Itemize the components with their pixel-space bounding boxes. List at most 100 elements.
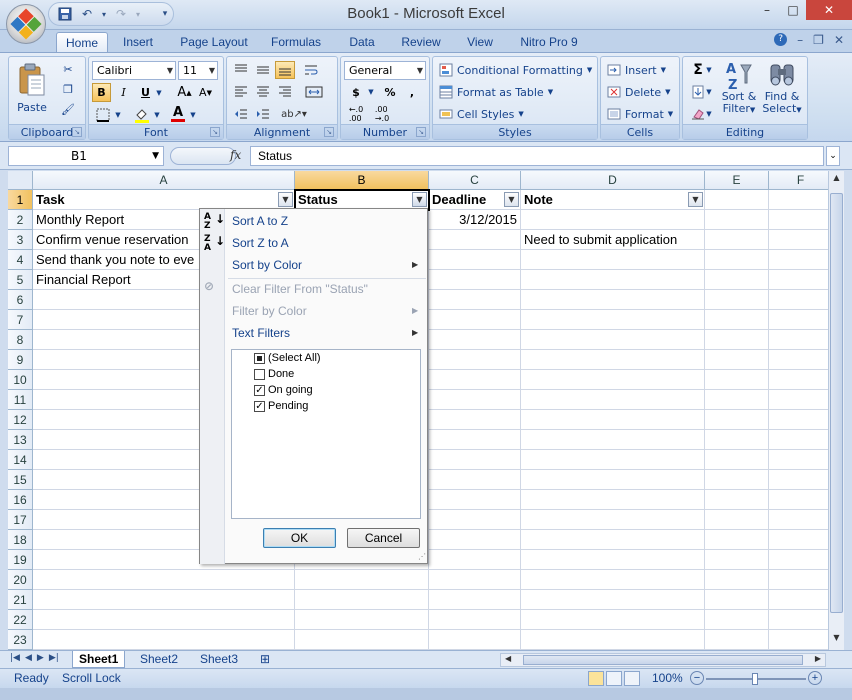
first-sheet-icon[interactable]: |◀ (10, 653, 20, 663)
workbook-minimize-button[interactable]: – (797, 33, 803, 47)
italic-button[interactable]: I (114, 83, 133, 102)
borders-dropdown-icon[interactable]: ▼ (114, 105, 122, 124)
column-header-e[interactable]: E (705, 171, 769, 190)
bold-button[interactable]: B (92, 83, 111, 102)
format-as-table-button[interactable]: Format as Table ▼ (439, 83, 553, 101)
align-bottom-icon[interactable] (275, 61, 295, 79)
filter-dropdown-c[interactable]: ▼ (504, 192, 519, 207)
delete-cells-button[interactable]: Delete ▼ (607, 83, 671, 101)
menu-text-filters[interactable]: Text Filters (232, 324, 290, 342)
fill-dropdown-icon[interactable]: ▼ (705, 83, 713, 101)
horizontal-scrollbar[interactable]: ◀ ▶ (500, 653, 826, 667)
row-header[interactable]: 9 (8, 350, 33, 370)
fill-color-icon[interactable] (131, 105, 153, 124)
column-header-d[interactable]: D (521, 171, 705, 190)
insert-cells-button[interactable]: Insert ▼ (607, 61, 666, 79)
filter-item-pending[interactable]: Pending (268, 398, 308, 414)
column-header-f[interactable]: F (769, 171, 828, 190)
clipboard-launcher-icon[interactable]: ↘ (72, 127, 82, 137)
copy-icon[interactable]: ❐ (59, 81, 77, 97)
checkbox-select-all[interactable] (254, 353, 265, 364)
align-middle-icon[interactable] (253, 61, 273, 79)
row-header[interactable]: 14 (8, 450, 33, 470)
orientation-icon[interactable]: ab↗▾ (281, 105, 307, 123)
checkbox-pending[interactable]: ✓ (254, 401, 265, 412)
filter-item-on-going[interactable]: On going (268, 382, 313, 398)
row-header[interactable]: 6 (8, 290, 33, 310)
cell-c2[interactable]: 3/12/2015 (430, 210, 520, 230)
filter-item-done[interactable]: Done (268, 366, 294, 382)
font-color-icon[interactable]: A (167, 105, 189, 124)
tab-nitro-pro[interactable]: Nitro Pro 9 (514, 32, 584, 52)
office-button[interactable] (6, 4, 46, 44)
maximize-button[interactable]: □ (780, 0, 806, 20)
find-select-button[interactable]: Find & Select▼ (761, 59, 803, 123)
select-all-corner[interactable] (8, 171, 33, 190)
tab-review[interactable]: Review (396, 32, 446, 52)
menu-sort-za[interactable]: Sort Z to A (232, 234, 289, 252)
row-header[interactable]: 2 (8, 210, 33, 230)
menu-sort-by-color[interactable]: Sort by Color (232, 256, 302, 274)
currency-dropdown-icon[interactable]: ▼ (367, 83, 375, 101)
tab-home[interactable]: Home (56, 32, 108, 52)
alignment-launcher-icon[interactable]: ↘ (324, 127, 334, 137)
row-header[interactable]: 20 (8, 570, 33, 590)
underline-button[interactable]: U (136, 83, 155, 102)
autosum-dropdown-icon[interactable]: ▼ (705, 61, 713, 79)
cell-styles-button[interactable]: Cell Styles ▼ (439, 105, 524, 123)
workbook-close-button[interactable]: ✕ (834, 33, 844, 47)
formula-bar-resize-icon[interactable] (170, 147, 236, 165)
percent-button[interactable]: % (381, 83, 399, 101)
cell-c1[interactable]: Deadline (430, 190, 504, 210)
shrink-font-icon[interactable]: A ▼ (196, 83, 215, 102)
formula-input[interactable]: Status (250, 146, 824, 166)
zoom-out-icon[interactable]: − (690, 671, 704, 685)
tab-page-layout[interactable]: Page Layout (176, 32, 252, 52)
currency-button[interactable]: $ (345, 83, 367, 101)
last-sheet-icon[interactable]: ▶| (49, 653, 59, 663)
row-header[interactable]: 11 (8, 390, 33, 410)
underline-dropdown-icon[interactable]: ▼ (155, 83, 163, 102)
expand-formula-bar-icon[interactable]: ⌄ (826, 146, 840, 166)
cancel-button[interactable]: Cancel (347, 528, 420, 548)
row-header[interactable]: 7 (8, 310, 33, 330)
filter-dropdown-a[interactable]: ▼ (278, 192, 293, 207)
paste-button[interactable]: Paste (15, 59, 49, 117)
format-cells-button[interactable]: Format ▼ (607, 105, 673, 123)
vertical-scrollbar[interactable]: ▲ ▼ (828, 171, 844, 650)
column-header-b[interactable]: B (295, 171, 429, 190)
resize-grip-icon[interactable]: ⋰ (418, 552, 426, 561)
tab-view[interactable]: View (460, 32, 500, 52)
row-header[interactable]: 18 (8, 530, 33, 550)
conditional-formatting-button[interactable]: Conditional Formatting ▼ (439, 61, 592, 79)
cell-d3[interactable]: Need to submit application (522, 230, 782, 250)
row-header[interactable]: 3 (8, 230, 33, 250)
row-header[interactable]: 17 (8, 510, 33, 530)
row-header[interactable]: 8 (8, 330, 33, 350)
wrap-text-icon[interactable] (301, 61, 321, 79)
zoom-slider-knob[interactable] (752, 673, 758, 685)
font-name-combo[interactable]: Calibri ▼ (92, 61, 176, 80)
cell-d1[interactable]: Note (522, 190, 688, 210)
tab-data[interactable]: Data (340, 32, 384, 52)
cut-icon[interactable]: ✂ (59, 61, 77, 77)
page-break-view-icon[interactable] (624, 671, 640, 686)
font-launcher-icon[interactable]: ↘ (210, 127, 220, 137)
row-header[interactable]: 1 (8, 190, 33, 210)
row-header[interactable]: 23 (8, 630, 33, 650)
close-button[interactable]: ✕ (806, 0, 852, 20)
align-right-icon[interactable] (275, 83, 295, 101)
name-box[interactable]: B1 ▼ (8, 146, 164, 166)
insert-sheet-icon[interactable]: ⊞ (254, 651, 276, 668)
tab-formulas[interactable]: Formulas (266, 32, 326, 52)
checkbox-done[interactable] (254, 369, 265, 380)
merge-center-icon[interactable] (301, 83, 327, 101)
zoom-in-icon[interactable]: + (808, 671, 822, 685)
row-header[interactable]: 16 (8, 490, 33, 510)
borders-icon[interactable] (92, 105, 114, 124)
minimize-button[interactable]: – (754, 0, 780, 20)
increase-decimal-icon[interactable]: ←.0.00 (345, 105, 367, 123)
scroll-left-icon[interactable]: ◀ (505, 654, 511, 663)
number-launcher-icon[interactable]: ↘ (416, 127, 426, 137)
normal-view-icon[interactable] (588, 671, 604, 686)
